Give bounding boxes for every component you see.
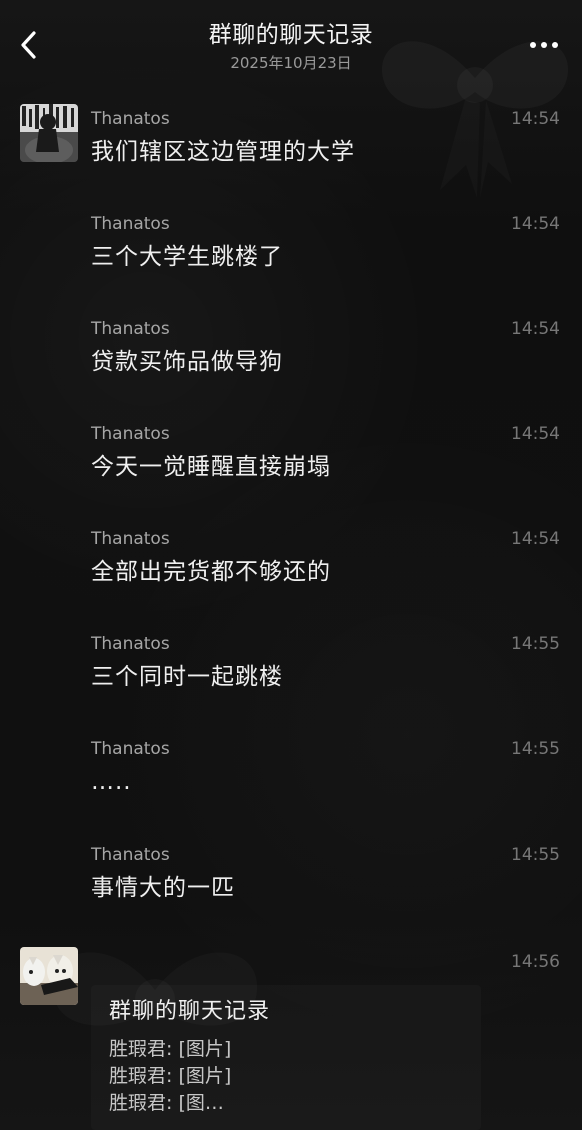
more-options-button[interactable] bbox=[524, 31, 564, 59]
message-item: Thanatos 14:55 事情大的一匹 bbox=[0, 844, 582, 949]
message-text: ….. bbox=[91, 769, 132, 795]
message-time: 14:54 bbox=[511, 319, 560, 339]
message-time: 14:55 bbox=[511, 634, 560, 654]
forwarded-chat-record-card[interactable]: 群聊的聊天记录 胜瑕君: [图片] 胜瑕君: [图片] 胜瑕君: [图… bbox=[91, 985, 481, 1130]
message-sender: Thanatos bbox=[91, 739, 170, 759]
forwarded-record-line: 胜瑕君: [图… bbox=[109, 1092, 224, 1114]
back-button[interactable] bbox=[12, 27, 44, 63]
message-time: 14:55 bbox=[511, 739, 560, 759]
message-item: Thanatos 14:54 贷款买饰品做导狗 bbox=[0, 318, 582, 423]
message-sender: Thanatos bbox=[91, 214, 170, 234]
message-sender: Thanatos bbox=[91, 845, 170, 865]
message-text: 三个同时一起跳楼 bbox=[91, 664, 283, 690]
more-horizontal-icon bbox=[530, 42, 558, 48]
message-time: 14:54 bbox=[511, 109, 560, 129]
message-item: Thanatos 14:54 三个大学生跳楼了 bbox=[0, 213, 582, 318]
message-text: 三个大学生跳楼了 bbox=[91, 244, 283, 270]
message-sender: Thanatos bbox=[91, 319, 170, 339]
message-text: 贷款买饰品做导狗 bbox=[91, 349, 283, 375]
message-text: 事情大的一匹 bbox=[91, 875, 235, 901]
message-text: 今天一觉睡醒直接崩塌 bbox=[91, 454, 331, 480]
forwarded-record-line: 胜瑕君: [图片] bbox=[109, 1038, 232, 1060]
forwarded-record-time: 14:56 bbox=[511, 952, 560, 972]
message-sender: Thanatos bbox=[91, 529, 170, 549]
avatar-shengxiajun[interactable] bbox=[20, 947, 78, 1005]
avatar-image bbox=[20, 947, 78, 1005]
message-time: 14:55 bbox=[511, 845, 560, 865]
message-item: Thanatos 14:54 我们辖区这边管理的大学 bbox=[0, 108, 582, 213]
message-item: Thanatos 14:54 今天一觉睡醒直接崩塌 bbox=[0, 423, 582, 528]
record-date: 2025年10月23日 bbox=[230, 54, 352, 72]
message-item: Thanatos 14:54 全部出完货都不够还的 bbox=[0, 528, 582, 633]
message-text: 全部出完货都不够还的 bbox=[91, 559, 331, 585]
forwarded-record-line: 胜瑕君: [图片] bbox=[109, 1065, 232, 1087]
message-time: 14:54 bbox=[511, 214, 560, 234]
page-title: 群聊的聊天记录 bbox=[208, 22, 374, 48]
forwarded-record-title: 群聊的聊天记录 bbox=[109, 999, 271, 1024]
top-navigation-bar: 群聊的聊天记录 2025年10月23日 bbox=[0, 0, 582, 92]
message-item: Thanatos 14:55 三个同时一起跳楼 bbox=[0, 633, 582, 738]
message-text: 我们辖区这边管理的大学 bbox=[91, 139, 355, 165]
message-item: Thanatos 14:55 ….. bbox=[0, 738, 582, 843]
message-sender: Thanatos bbox=[91, 424, 170, 444]
message-sender: Thanatos bbox=[91, 634, 170, 654]
chevron-left-icon bbox=[21, 31, 36, 59]
message-sender: Thanatos bbox=[91, 109, 170, 129]
message-time: 14:54 bbox=[511, 529, 560, 549]
message-time: 14:54 bbox=[511, 424, 560, 444]
